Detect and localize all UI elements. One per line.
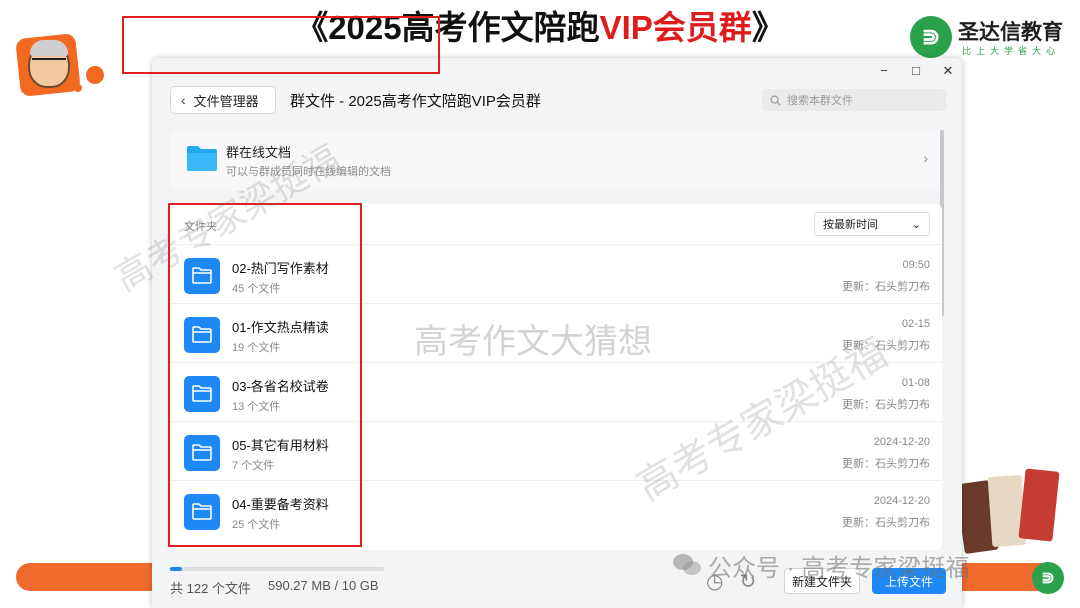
headline-highlight: VIP会员群: [599, 9, 752, 46]
folder-updater: 更新：石头剪刀布: [842, 399, 930, 411]
folder-updater: 更新：石头剪刀布: [842, 517, 930, 529]
online-docs-subtitle: 可以与群成员同时在线编辑的文档: [226, 166, 391, 178]
book-cover: [1018, 468, 1060, 542]
decor-dot: [74, 84, 82, 92]
back-to-file-manager-button[interactable]: ‹ 文件管理器: [170, 86, 276, 114]
folder-icon: [187, 146, 217, 171]
close-icon[interactable]: ✕: [942, 62, 954, 80]
folder-date: 2024-12-20: [873, 436, 930, 448]
online-docs-entry[interactable]: 群在线文档 可以与群成员同时在线编辑的文档 ›: [170, 130, 942, 190]
wechat-icon: [673, 554, 701, 575]
glasses-icon: [32, 58, 66, 66]
folder-updater: 更新：石头剪刀布: [842, 281, 930, 293]
brand-logo-icon: ⋑: [910, 16, 952, 58]
decor-dot: [86, 66, 104, 84]
chevron-left-icon: ‹: [181, 92, 186, 108]
window-title: 群文件 - 2025高考作文陪跑VIP会员群: [290, 93, 541, 110]
window-controls: − □ ✕: [878, 62, 954, 80]
sort-dropdown[interactable]: 按最新时间 ⌄: [814, 212, 930, 236]
book-thumbnails: [955, 468, 1070, 560]
folder-updater: 更新：石头剪刀布: [842, 340, 930, 352]
brand-tagline: 比上大学省大心: [962, 46, 1061, 56]
wechat-watermark: 公众号 · 高考专家梁挺福: [708, 555, 970, 582]
headline-suffix: 》: [751, 9, 785, 46]
folder-updater: 更新：石头剪刀布: [842, 458, 930, 470]
maximize-icon[interactable]: □: [910, 62, 922, 80]
corner-brand-logo-icon: ⋑: [1032, 562, 1064, 594]
chevron-down-icon: ⌄: [911, 218, 921, 231]
total-file-count: 共 122 个文件: [170, 581, 251, 596]
teacher-avatar: [15, 33, 81, 97]
brand-name: 圣达信教育: [958, 21, 1063, 44]
sort-label: 按最新时间: [823, 219, 878, 231]
storage-usage-bar: [170, 567, 384, 571]
folder-date: 02-15: [901, 318, 930, 330]
brand-logo-block: ⋑ 圣达信教育 比上大学省大心: [910, 14, 1070, 60]
highlight-box-folders: [168, 203, 362, 547]
search-placeholder: 搜索本群文件: [787, 95, 853, 107]
folder-date: 09:50: [902, 259, 930, 271]
minimize-icon[interactable]: −: [878, 62, 890, 80]
back-button-label: 文件管理器: [193, 93, 259, 109]
slide: 《2025高考作文陪跑VIP会员群》 ⋑ 圣达信教育 比上大学省大心 − □ ✕…: [0, 0, 1080, 608]
chevron-right-icon: ›: [923, 150, 928, 166]
storage-usage-text: 590.27 MB / 10 GB: [268, 578, 379, 593]
online-docs-title: 群在线文档: [226, 145, 292, 160]
storage-usage-fill: [170, 567, 183, 571]
folder-date: 2024-12-20: [873, 495, 930, 507]
highlight-box-title: [122, 16, 440, 74]
folder-date: 01-08: [901, 377, 930, 389]
search-icon: [770, 95, 781, 106]
search-input[interactable]: 搜索本群文件: [762, 89, 946, 111]
